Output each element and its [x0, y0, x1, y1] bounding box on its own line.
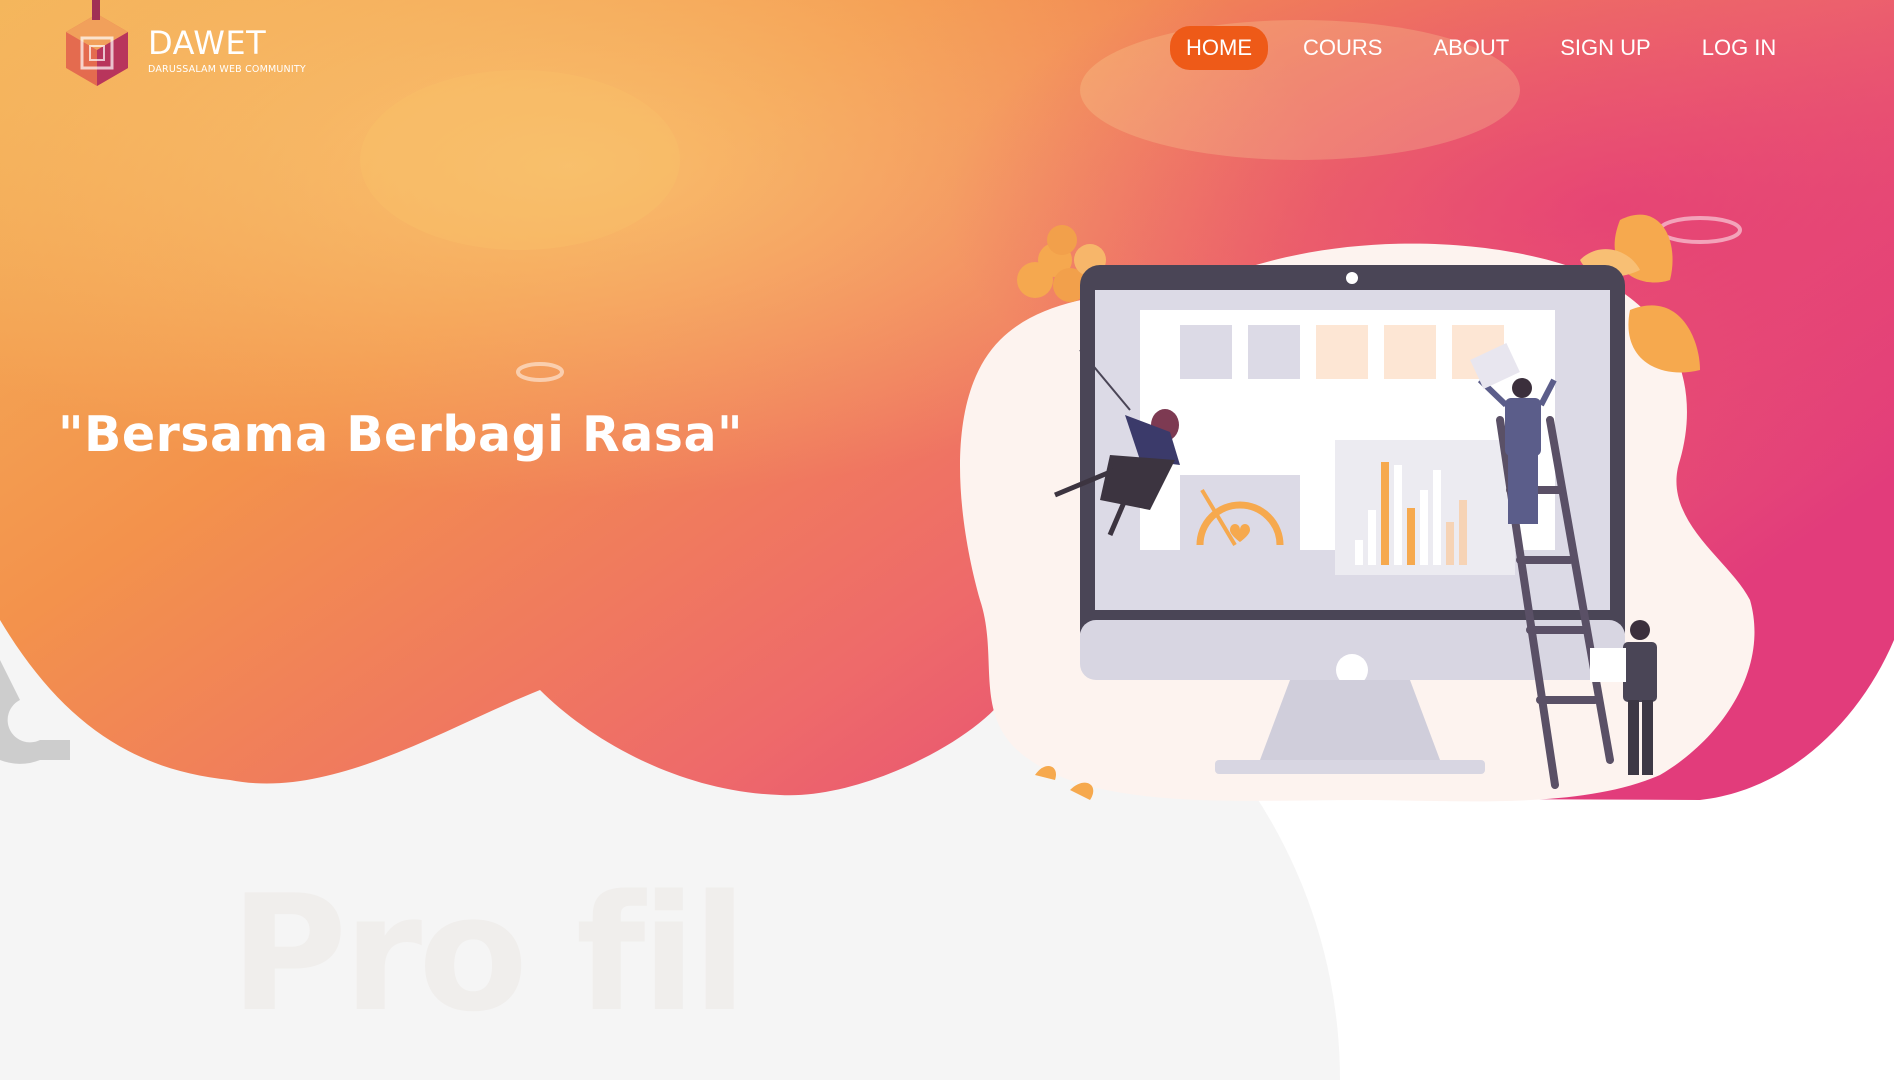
hexagon-cube-logo-icon: [66, 0, 128, 86]
nav-log-in[interactable]: LOG IN: [1686, 26, 1793, 70]
brand-subtitle: DARUSSALAM WEB COMMUNITY: [148, 64, 306, 75]
hero-illustration: [960, 214, 1755, 802]
brand-name: DAWET: [148, 24, 267, 62]
hero-tagline: "Bersama Berbagi Rasa": [58, 406, 744, 463]
nav-about[interactable]: ABOUT: [1417, 26, 1525, 70]
brand-logo[interactable]: DAWET DARUSSALAM WEB COMMUNITY: [58, 0, 306, 92]
main-navigation: HOME COURS ABOUT SIGN UP LOG IN: [1170, 26, 1811, 70]
nav-cours[interactable]: COURS: [1287, 26, 1398, 70]
nav-home[interactable]: HOME: [1170, 26, 1268, 70]
nav-sign-up[interactable]: SIGN UP: [1544, 26, 1666, 70]
site-header: DAWET DARUSSALAM WEB COMMUNITY HOME COUR…: [0, 0, 1894, 100]
